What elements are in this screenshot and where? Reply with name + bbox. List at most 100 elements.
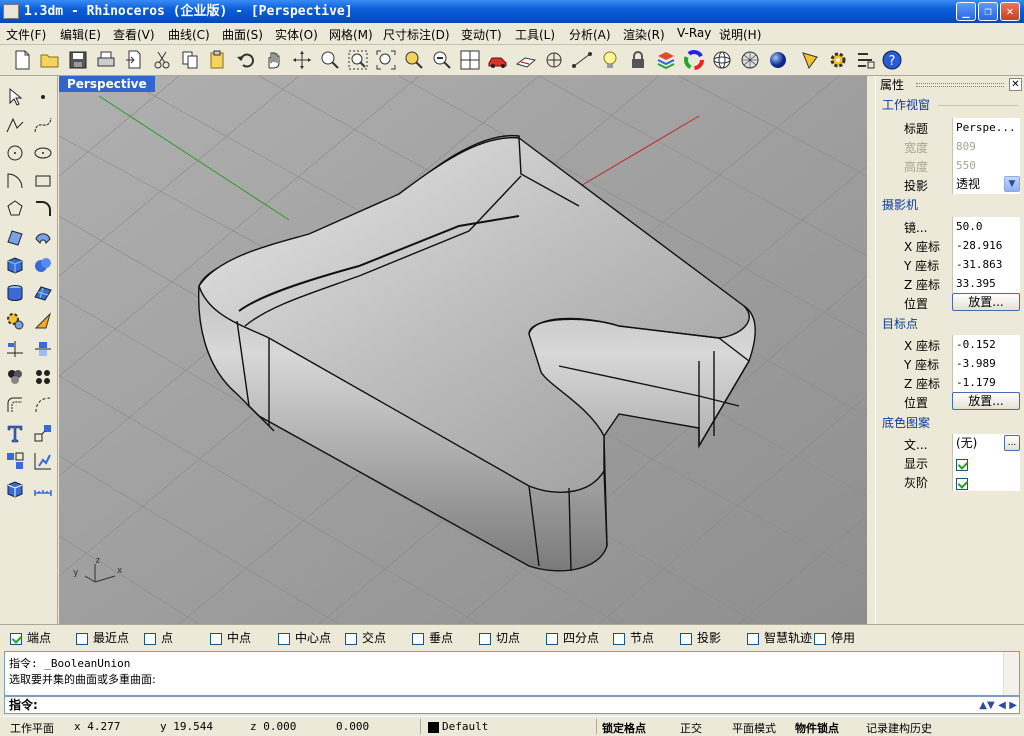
zoom-window-icon[interactable]	[346, 48, 370, 72]
target-z-field[interactable]: -1.179	[952, 373, 1020, 392]
rectangle-icon[interactable]	[30, 168, 56, 194]
chevron-down-icon[interactable]: ▼	[1004, 176, 1020, 192]
viewport-title-tab[interactable]: Perspective	[59, 76, 155, 92]
close-button[interactable]: ✕	[1000, 2, 1020, 21]
analyze-icon[interactable]	[30, 448, 56, 474]
status-osnap[interactable]: 物件锁点	[795, 720, 839, 736]
osnap-mid-checkbox[interactable]	[210, 632, 222, 645]
osnap-mid[interactable]: 中点	[210, 629, 251, 646]
osnap-point[interactable]: 点	[144, 629, 173, 646]
box-icon[interactable]	[2, 252, 28, 278]
menu-render[interactable]: 渲染(R)	[623, 26, 665, 43]
status-ortho[interactable]: 正交	[680, 720, 702, 736]
camera-y-field[interactable]: -31.863	[952, 255, 1020, 274]
osnap-intersection-checkbox[interactable]	[345, 632, 357, 645]
text-icon[interactable]	[2, 420, 28, 446]
rotate-view-icon[interactable]	[290, 48, 314, 72]
wireframe-sphere-icon[interactable]	[710, 48, 734, 72]
osnap-knot[interactable]: 节点	[613, 629, 654, 646]
status-history[interactable]: 记录建构历史	[866, 720, 932, 736]
surface-revolve-icon[interactable]	[30, 224, 56, 250]
scale-icon[interactable]	[30, 420, 56, 446]
panel-close-icon[interactable]: ✕	[1009, 78, 1022, 91]
zoom-dynamic-icon[interactable]	[318, 48, 342, 72]
options-icon[interactable]	[854, 48, 878, 72]
cplane-icon[interactable]	[514, 48, 538, 72]
osnap-smarttrack[interactable]: 智慧轨迹	[747, 629, 812, 646]
osnap-center[interactable]: 中心点	[278, 629, 331, 646]
menu-analyze[interactable]: 分析(A)	[569, 26, 611, 43]
pan-hand-icon[interactable]	[262, 48, 286, 72]
osnap-disable-checkbox[interactable]	[814, 632, 826, 645]
lens-length-field[interactable]: 50.0	[952, 217, 1020, 236]
copy-icon[interactable]	[178, 48, 202, 72]
light-bulb-icon[interactable]	[598, 48, 622, 72]
ellipse-icon[interactable]	[30, 140, 56, 166]
render-sphere-icon[interactable]	[766, 48, 790, 72]
circle-icon[interactable]	[2, 140, 28, 166]
osnap-smarttrack-checkbox[interactable]	[747, 632, 759, 645]
target-place-button[interactable]: 放置...	[952, 392, 1020, 410]
menu-view[interactable]: 查看(V)	[113, 26, 155, 43]
trim-icon[interactable]	[2, 336, 28, 362]
zoom-out-icon[interactable]	[430, 48, 454, 72]
menu-transform[interactable]: 变动(T)	[461, 26, 502, 43]
menu-vray[interactable]: V-Ray	[677, 26, 711, 40]
mesh-plane-icon[interactable]	[30, 280, 56, 306]
osnap-end-checkbox[interactable]	[10, 632, 22, 645]
command-history[interactable]: 指令: _BooleanUnion 选取要并集的曲面或多重曲面:	[4, 651, 1020, 696]
explode-icon[interactable]	[30, 308, 56, 334]
extend-icon[interactable]	[30, 392, 56, 418]
cut-icon[interactable]	[150, 48, 174, 72]
menu-tools[interactable]: 工具(L)	[515, 26, 555, 43]
join-icon[interactable]	[2, 364, 28, 390]
layer-icon[interactable]	[654, 48, 678, 72]
camera-place-button[interactable]: 放置...	[952, 293, 1020, 311]
status-cplane[interactable]: 工作平面	[10, 720, 54, 736]
settings-gear-icon[interactable]	[826, 48, 850, 72]
perspective-viewport[interactable]: Perspective y z x	[59, 76, 867, 624]
menu-surface[interactable]: 曲面(S)	[222, 26, 263, 43]
target-x-field[interactable]: -0.152	[952, 335, 1020, 354]
osnap-tangent[interactable]: 切点	[479, 629, 520, 646]
menu-file[interactable]: 文件(F)	[6, 26, 46, 43]
car-render-icon[interactable]	[486, 48, 510, 72]
help-icon[interactable]: ?	[880, 48, 904, 72]
osnap-project[interactable]: 投影	[680, 629, 721, 646]
import-icon[interactable]	[122, 48, 146, 72]
menu-dimension[interactable]: 尺寸标注(D)	[383, 26, 450, 43]
zoom-extents-icon[interactable]	[374, 48, 398, 72]
cylinder-icon[interactable]	[2, 280, 28, 306]
zoom-selected-icon[interactable]	[402, 48, 426, 72]
save-icon[interactable]	[66, 48, 90, 72]
open-folder-icon[interactable]	[38, 48, 62, 72]
color-wheel-icon[interactable]	[682, 48, 706, 72]
dimension-ruler-icon[interactable]	[30, 476, 56, 502]
polygon-icon[interactable]	[2, 196, 28, 222]
camera-z-field[interactable]: 33.395	[952, 274, 1020, 293]
undo-icon[interactable]	[234, 48, 258, 72]
distance-icon[interactable]	[570, 48, 594, 72]
osnap-disable[interactable]: 停用	[814, 629, 855, 646]
paste-icon[interactable]	[206, 48, 230, 72]
command-scrollbar[interactable]	[1003, 652, 1019, 695]
osnap-end[interactable]: 端点	[10, 629, 51, 646]
array-icon[interactable]	[30, 364, 56, 390]
offset-icon[interactable]	[2, 392, 28, 418]
sphere-icon[interactable]	[30, 252, 56, 278]
osnap-quad-checkbox[interactable]	[546, 632, 558, 645]
menu-help[interactable]: 说明(H)	[719, 26, 761, 43]
group-icon[interactable]	[2, 448, 28, 474]
lock-icon[interactable]	[626, 48, 650, 72]
solid-box-icon[interactable]	[2, 476, 28, 502]
osnap-intersection[interactable]: 交点	[345, 629, 386, 646]
osnap-point-checkbox[interactable]	[144, 632, 156, 645]
osnap-near-checkbox[interactable]	[76, 632, 88, 645]
split-icon[interactable]	[30, 336, 56, 362]
print-icon[interactable]	[94, 48, 118, 72]
status-planar[interactable]: 平面模式	[732, 720, 776, 736]
arc-icon[interactable]	[2, 168, 28, 194]
surface-corner-icon[interactable]	[2, 224, 28, 250]
polyline-icon[interactable]	[2, 112, 28, 138]
panel-grip[interactable]	[916, 83, 1004, 87]
